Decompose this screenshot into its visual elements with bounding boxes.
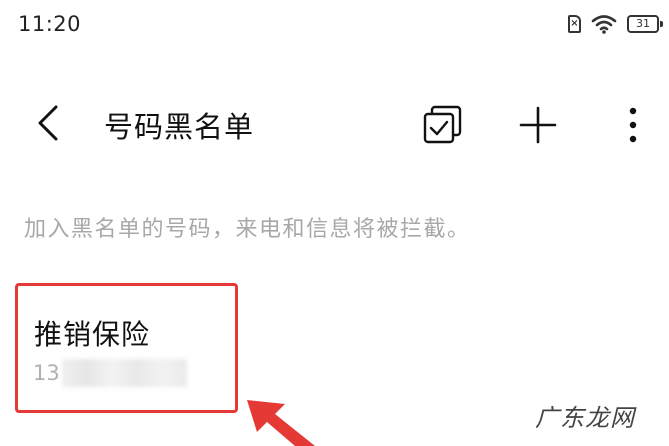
status-bar: 11:20 × 31 (0, 0, 669, 52)
back-button[interactable] (28, 103, 68, 143)
plus-icon (519, 106, 557, 144)
status-time: 11:20 (18, 12, 82, 36)
battery-icon: 31 (627, 15, 663, 33)
annotation-arrow-icon (247, 400, 315, 446)
blacklist-entry[interactable]: 推销保险 13 (15, 283, 238, 413)
app-bar: 号码黑名单 (0, 85, 669, 161)
blacklist-hint: 加入黑名单的号码，来电和信息将被拦截。 (24, 217, 471, 242)
more-button[interactable] (616, 103, 650, 147)
wifi-icon (591, 15, 617, 34)
battery-level: 31 (636, 17, 650, 30)
more-vertical-icon (629, 107, 637, 143)
entry-number: 13 (33, 359, 187, 387)
sim-card-off-icon: × (568, 15, 581, 33)
multi-select-icon (423, 105, 462, 144)
number-blur-mask (61, 359, 187, 387)
add-button[interactable] (516, 103, 560, 147)
entry-name: 推销保险 (34, 318, 151, 351)
back-arrow-icon (38, 105, 58, 141)
status-icons: × 31 (568, 14, 663, 34)
entry-number-prefix: 13 (33, 361, 60, 385)
page-title: 号码黑名单 (104, 110, 255, 144)
multi-select-button[interactable] (420, 103, 464, 147)
watermark: 广东龙网 (535, 404, 635, 432)
